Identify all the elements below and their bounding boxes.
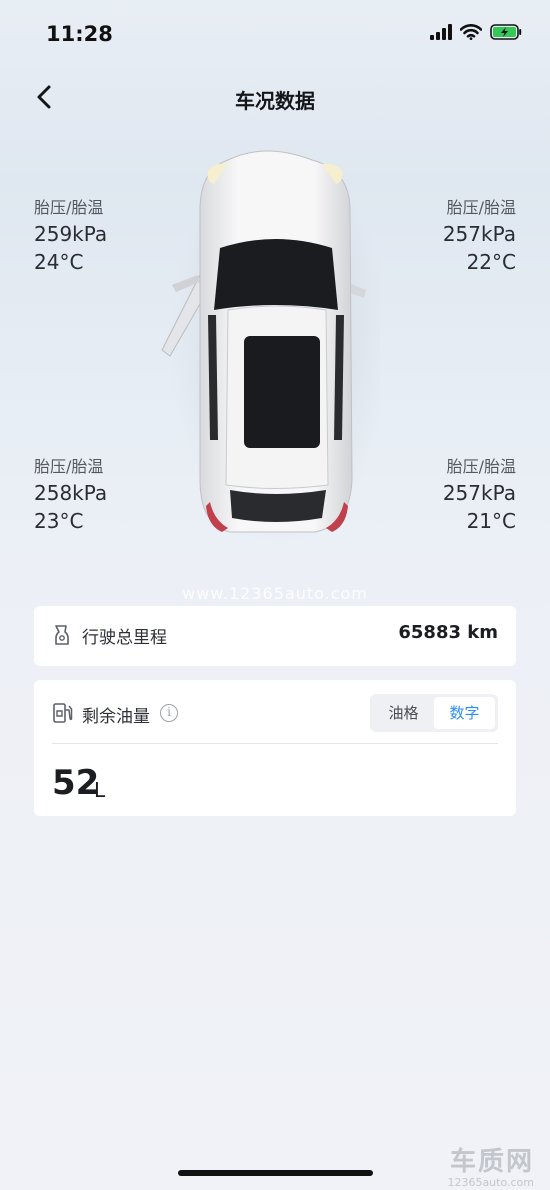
tire-temperature: 24°C: [34, 250, 84, 274]
tire-front-right: 胎压/胎温 257kPa 22°C: [443, 196, 516, 276]
fuel-pump-icon: [52, 702, 74, 728]
tire-pressure: 257kPa: [442, 481, 516, 505]
home-indicator[interactable]: [178, 1170, 373, 1176]
fuel-display-toggle: 油格 数字: [370, 694, 498, 732]
tire-front-left: 胎压/胎温 259kPa 24°C: [34, 196, 107, 276]
tire-label: 胎压/胎温: [34, 457, 104, 476]
tire-rear-right: 胎压/胎温 257kPa 21°C: [443, 455, 516, 535]
tire-pressure: 259kPa: [34, 222, 108, 246]
tire-pressure: 258kPa: [34, 481, 108, 505]
tire-temperature: 21°C: [466, 509, 516, 533]
mileage-value: 65883 km: [398, 622, 498, 643]
car-top-view-image: [150, 140, 390, 545]
battery-charging-icon: [490, 24, 522, 40]
fuel-unit: L: [94, 778, 106, 802]
tire-label: 胎压/胎温: [446, 198, 516, 217]
tire-temperature: 23°C: [34, 509, 84, 533]
fuel-label: 剩余油量: [82, 707, 150, 727]
mileage-label: 行驶总里程: [82, 628, 167, 648]
segment-numeric[interactable]: 数字: [434, 697, 495, 729]
odometer-icon: [52, 624, 72, 650]
nav-bar: 车况数据: [0, 70, 550, 126]
wifi-icon: [460, 24, 482, 40]
page-title: 车况数据: [235, 89, 315, 113]
info-icon[interactable]: i: [160, 704, 178, 722]
fuel-card: 剩余油量 i 油格 数字 52 L: [34, 680, 516, 816]
segment-fuel-gauge[interactable]: 油格: [373, 697, 434, 729]
tire-label: 胎压/胎温: [446, 457, 516, 476]
corner-watermark-logo: 车质网 12365auto.com: [447, 1147, 534, 1189]
status-icons: [430, 24, 522, 40]
watermark-text: www.12365auto.com: [182, 584, 368, 603]
tire-pressure: 257kPa: [442, 222, 516, 246]
mileage-card: 行驶总里程 65883 km: [34, 606, 516, 666]
divider: [52, 743, 498, 744]
status-time: 11:28: [46, 22, 113, 46]
tire-rear-left: 胎压/胎温 258kPa 23°C: [34, 455, 107, 535]
tire-label: 胎压/胎温: [34, 198, 104, 217]
cellular-signal-icon: [430, 24, 452, 40]
status-bar: 11:28: [0, 0, 550, 70]
tire-temperature: 22°C: [466, 250, 516, 274]
fuel-value: 52: [52, 763, 100, 803]
